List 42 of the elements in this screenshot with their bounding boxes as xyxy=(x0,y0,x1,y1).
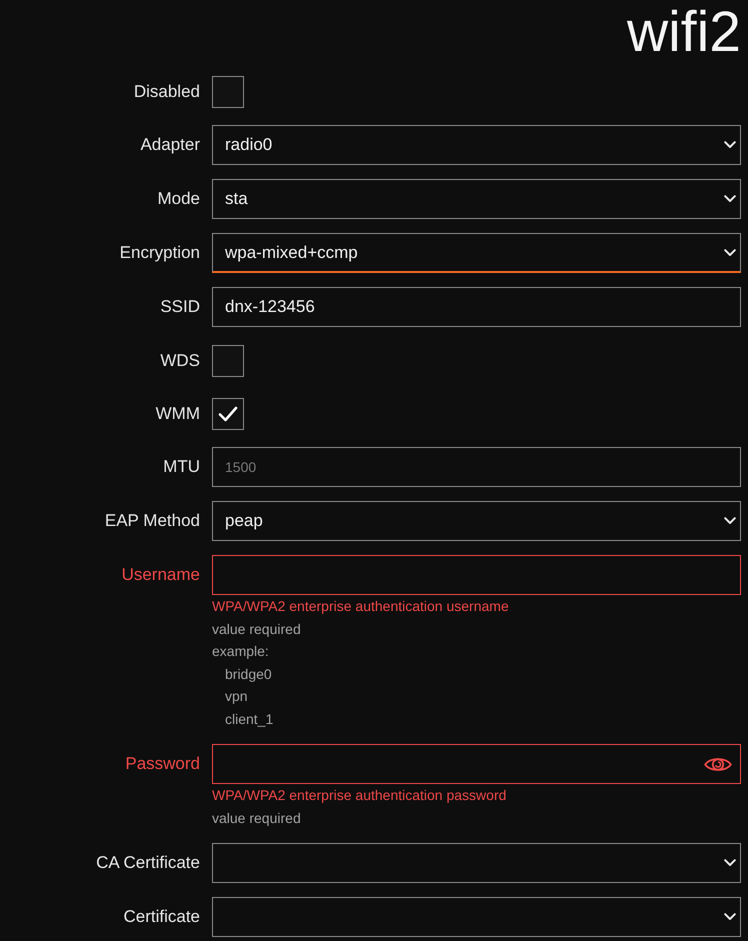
dropdown[interactable] xyxy=(212,843,741,883)
error-message: value required xyxy=(212,620,301,639)
page-title: wifi2 xyxy=(626,0,741,64)
chevron-down-icon xyxy=(724,141,736,149)
field-label: Certificate xyxy=(123,907,200,927)
dropdown[interactable]: wpa-mixed+ccmp xyxy=(212,233,741,273)
chevron-down-icon xyxy=(724,517,736,525)
chevron-down-icon xyxy=(724,248,736,256)
field-description: WPA/WPA2 enterprise authentication password xyxy=(212,786,506,805)
field-label: Password xyxy=(125,754,200,774)
dropdown[interactable]: sta xyxy=(212,179,741,219)
field-label: WMM xyxy=(156,404,200,424)
field-description: WPA/WPA2 enterprise authentication username xyxy=(212,597,509,616)
field-label: Disabled xyxy=(134,82,200,102)
text-input[interactable] xyxy=(212,555,741,595)
field-label: MTU xyxy=(163,457,200,477)
dropdown[interactable]: radio0 xyxy=(212,125,741,165)
example-value: bridge0 xyxy=(225,664,272,684)
text-input[interactable]: 1500 xyxy=(212,447,741,487)
field-label: Encryption xyxy=(120,243,200,263)
checkbox[interactable] xyxy=(212,344,244,376)
text-input[interactable]: dnx-123456 xyxy=(212,287,741,327)
field-label: EAP Method xyxy=(104,511,200,531)
field-label: WDS xyxy=(160,350,200,370)
chevron-down-icon xyxy=(724,913,736,921)
check-icon xyxy=(218,406,238,422)
example-value: client_1 xyxy=(225,710,274,729)
dropdown[interactable]: peap xyxy=(212,501,741,541)
example-heading: example: xyxy=(212,642,269,661)
example-value: vpn xyxy=(225,687,248,706)
chevron-down-icon xyxy=(724,195,736,203)
field-label: SSID xyxy=(160,297,200,317)
field-label: Username xyxy=(122,565,200,585)
field-label: Adapter xyxy=(140,135,200,155)
chevron-down-icon xyxy=(724,859,736,867)
field-label: CA Certificate xyxy=(96,853,200,873)
password-input[interactable] xyxy=(212,744,741,784)
checkbox[interactable] xyxy=(212,76,244,108)
dropdown[interactable] xyxy=(212,897,741,937)
field-label: Mode xyxy=(157,189,200,209)
error-message: value required xyxy=(212,808,301,828)
checkbox[interactable] xyxy=(212,398,244,430)
